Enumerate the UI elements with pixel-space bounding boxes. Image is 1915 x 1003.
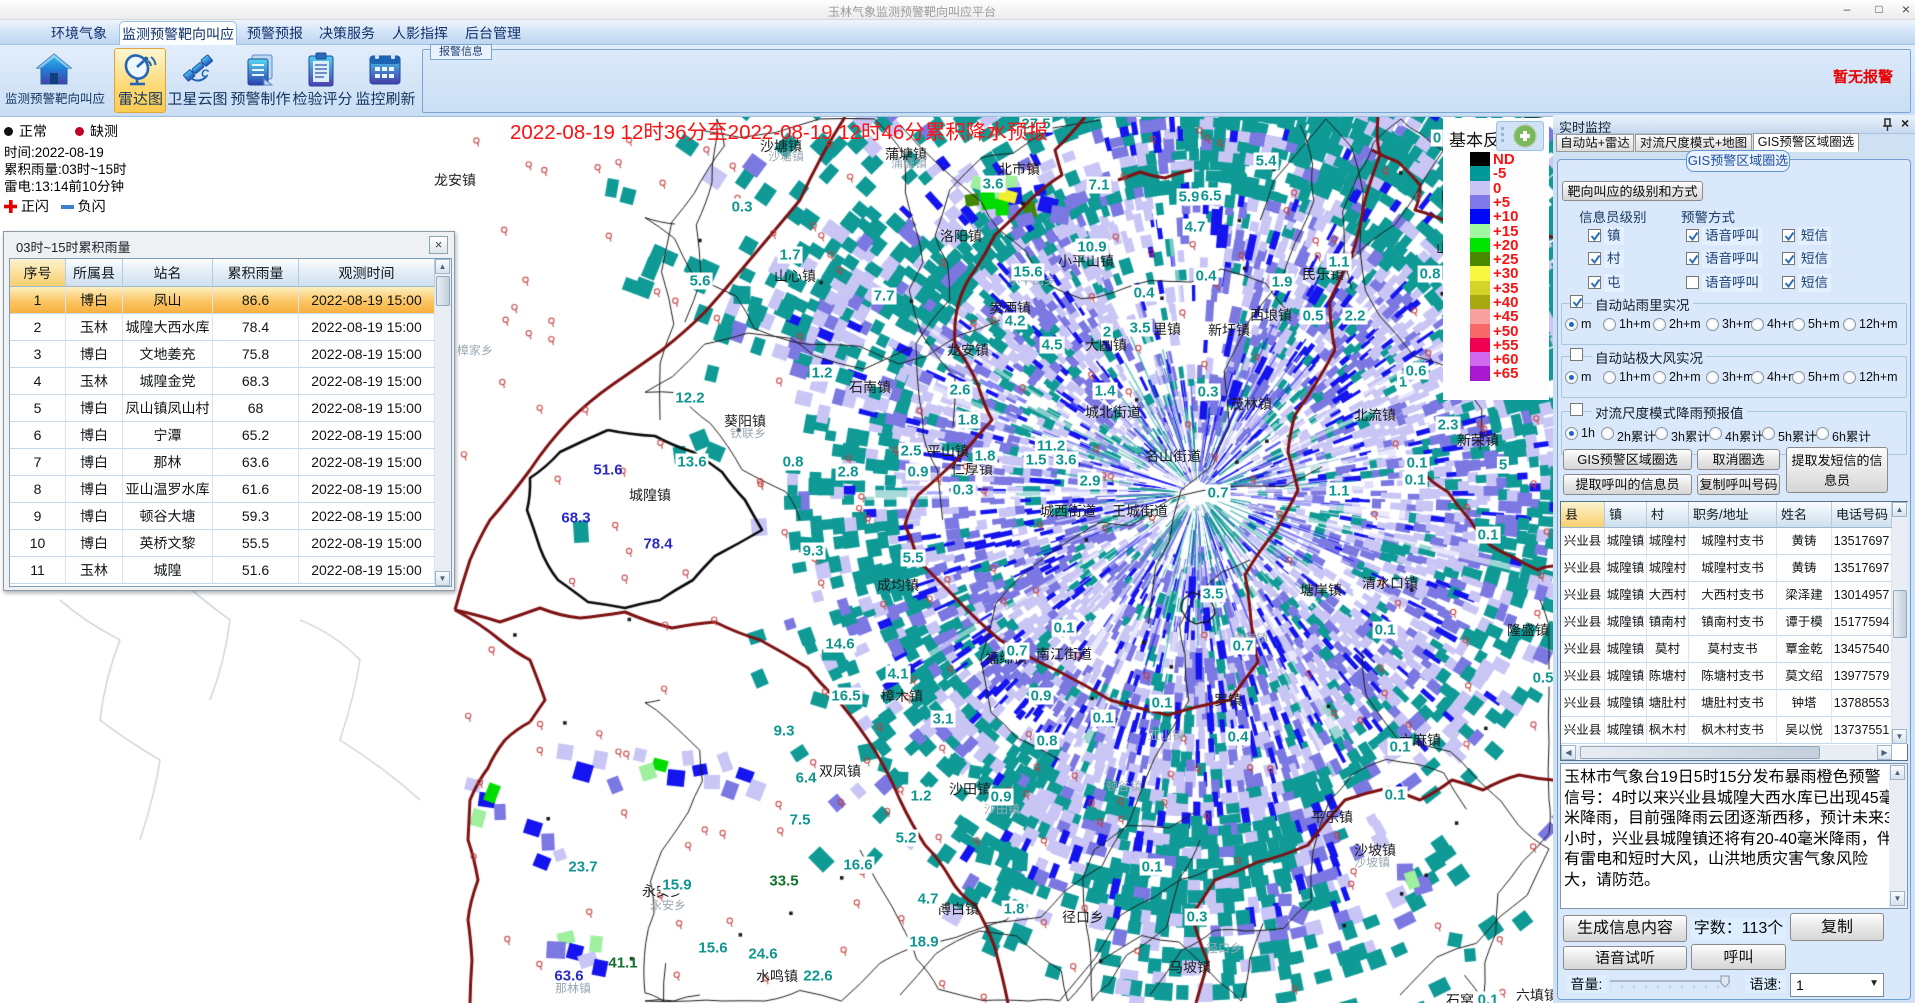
svg-text:C: C bbox=[201, 68, 210, 80]
